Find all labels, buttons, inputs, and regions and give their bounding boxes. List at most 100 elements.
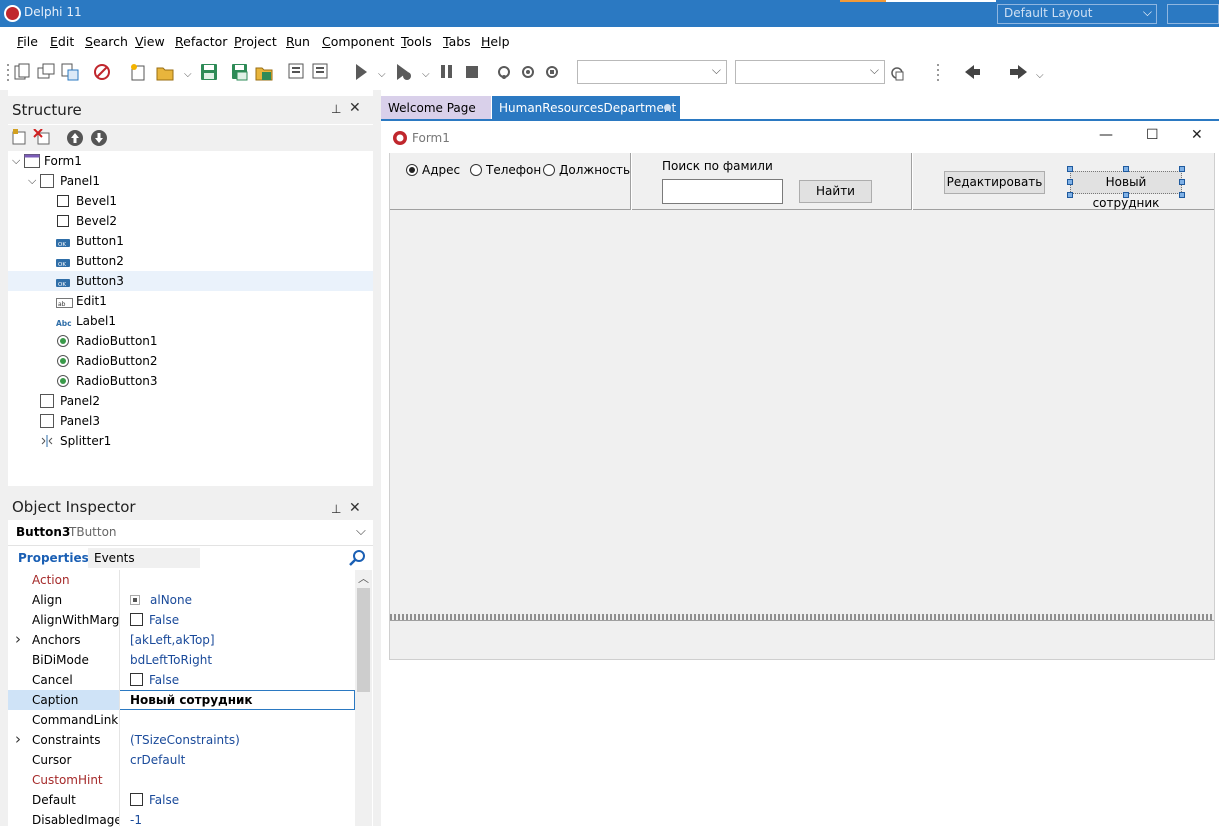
expand-chevron-icon[interactable]: ⌵ — [12, 151, 20, 171]
move-down-icon[interactable] — [91, 130, 107, 146]
tree-item-splitter1[interactable]: Splitter1 — [8, 431, 373, 451]
search-input[interactable] — [662, 179, 783, 204]
bevel2[interactable] — [911, 153, 913, 210]
property-row[interactable]: CustomHint — [8, 770, 355, 790]
new-employee-button[interactable]: Новый сотрудник — [1070, 171, 1182, 210]
tab-human-resources[interactable]: HumanResourcesDepartment — [492, 96, 680, 119]
property-row[interactable]: BiDiMode bdLeftToRight — [8, 650, 355, 670]
resize-handle[interactable] — [1123, 166, 1129, 172]
property-value[interactable]: (TSizeConstraints) — [130, 730, 240, 750]
property-scrollbar[interactable]: ︿ — [355, 570, 372, 826]
tree-item-radiobutton1[interactable]: RadioButton1 — [8, 331, 373, 351]
checkbox[interactable] — [130, 793, 143, 806]
property-value[interactable]: False — [130, 670, 179, 690]
resize-handle[interactable] — [1067, 166, 1073, 172]
tree-item-panel2[interactable]: Panel2 — [8, 391, 373, 411]
property-value[interactable]: crDefault — [130, 750, 185, 770]
property-row[interactable]: Align alNone — [8, 590, 355, 610]
property-row[interactable]: Cancel False — [8, 670, 355, 690]
property-row[interactable]: Action — [8, 570, 355, 590]
property-row[interactable]: DisabledImageIndex -1 — [8, 810, 355, 830]
pin-icon[interactable]: ⊥ — [331, 502, 341, 516]
property-value[interactable]: Новый сотрудник — [130, 690, 253, 710]
configuration-combo[interactable]: ⌵ — [577, 60, 727, 84]
property-value[interactable]: False — [130, 610, 179, 630]
edit-button[interactable]: Редактировать — [944, 171, 1045, 194]
menu-help[interactable]: Help — [481, 34, 510, 49]
checkbox[interactable] — [130, 673, 143, 686]
property-value[interactable]: [akLeft,akTop] — [130, 630, 215, 650]
minimize-icon[interactable]: — — [1099, 127, 1113, 143]
close-icon[interactable]: ✕ — [349, 100, 361, 116]
tree-item-radiobutton3[interactable]: RadioButton3 — [8, 371, 373, 391]
close-window-icon[interactable]: ✕ — [1191, 127, 1203, 143]
object-selector[interactable]: Button3 TButton ⌵ — [8, 520, 373, 546]
move-up-icon[interactable] — [67, 130, 83, 146]
tree-item-bevel2[interactable]: Bevel2 — [8, 211, 373, 231]
resize-handle[interactable] — [1067, 192, 1073, 198]
tab-welcome-page[interactable]: Welcome Page — [381, 96, 491, 119]
panel-splitter[interactable] — [373, 90, 381, 826]
menu-project[interactable]: Project — [234, 34, 277, 49]
property-row[interactable]: Default False — [8, 790, 355, 810]
scroll-up-icon[interactable]: ︿ — [358, 570, 369, 586]
radio-button-3[interactable]: Должность — [543, 163, 630, 177]
maximize-icon[interactable]: ☐ — [1146, 127, 1159, 143]
title-search-box[interactable] — [1167, 4, 1219, 24]
tree-item-bevel1[interactable]: Bevel1 — [8, 191, 373, 211]
menu-edit[interactable]: Edit — [50, 34, 74, 49]
expand-chevron-icon[interactable]: › — [15, 729, 21, 749]
tree-item-panel1[interactable]: ⌵ Panel1 — [8, 171, 373, 191]
tree-item-edit1[interactable]: ab Edit1 — [8, 291, 373, 311]
expand-chevron-icon[interactable]: › — [15, 629, 21, 649]
menu-tabs[interactable]: Tabs — [443, 34, 471, 49]
property-value[interactable]: alNone — [130, 590, 192, 610]
menu-tools[interactable]: Tools — [401, 34, 432, 49]
tree-item-radiobutton2[interactable]: RadioButton2 — [8, 351, 373, 371]
tree-item-panel3[interactable]: Panel3 — [8, 411, 373, 431]
tree-item-button2[interactable]: OK Button2 — [8, 251, 373, 271]
delete-item-icon[interactable] — [33, 129, 50, 145]
resize-handle[interactable] — [1179, 192, 1185, 198]
property-value[interactable]: -1 — [130, 810, 142, 830]
property-row[interactable]: › Constraints (TSizeConstraints) — [8, 730, 355, 750]
close-icon[interactable]: ✕ — [349, 500, 361, 516]
property-row[interactable]: AlignWithMargins False — [8, 610, 355, 630]
tree-item-button1[interactable]: OK Button1 — [8, 231, 373, 251]
tab-properties[interactable]: Properties — [18, 551, 89, 565]
menu-refactor[interactable]: Refactor — [175, 34, 227, 49]
property-row[interactable]: Cursor crDefault — [8, 750, 355, 770]
property-row[interactable]: CommandLinkHint — [8, 710, 355, 730]
property-row[interactable]: Caption Новый сотрудник — [8, 690, 355, 710]
property-value[interactable]: bdLeftToRight — [130, 650, 212, 670]
bevel1[interactable] — [630, 153, 632, 210]
tree-item-button3[interactable]: OK Button3 — [8, 271, 373, 291]
tab-events[interactable]: Events — [88, 548, 200, 568]
pin-icon[interactable]: ⊥ — [331, 102, 341, 116]
property-row[interactable]: › Anchors [akLeft,akTop] — [8, 630, 355, 650]
menu-file[interactable]: File — [17, 34, 38, 49]
resize-handle[interactable] — [1123, 192, 1129, 198]
menu-run[interactable]: Run — [286, 34, 310, 49]
tree-item-form1[interactable]: ⌵ Form1 — [8, 151, 373, 171]
new-item-icon[interactable] — [12, 129, 26, 145]
menu-search[interactable]: Search — [85, 34, 128, 49]
checkbox[interactable] — [130, 613, 143, 626]
search-icon[interactable] — [349, 549, 367, 567]
expand-chevron-icon[interactable]: ⌵ — [28, 171, 36, 191]
radio-button-2[interactable]: Телефон — [470, 163, 541, 177]
tree-item-label1[interactable]: Abc Label1 — [8, 311, 373, 331]
radio-button-1[interactable]: Адрес — [406, 163, 460, 177]
menu-component[interactable]: Component — [322, 34, 395, 49]
property-value[interactable]: False — [130, 790, 179, 810]
platform-combo[interactable]: ⌵ — [735, 60, 885, 84]
resize-handle[interactable] — [1179, 166, 1185, 172]
resize-handle[interactable] — [1067, 179, 1073, 185]
resize-handle[interactable] — [1179, 179, 1185, 185]
layout-combo[interactable]: Default Layout ⌵ — [997, 4, 1157, 24]
find-button[interactable]: Найти — [799, 180, 872, 203]
scroll-thumb[interactable] — [357, 588, 370, 692]
panel3[interactable] — [390, 620, 1214, 659]
menu-view[interactable]: View — [135, 34, 165, 49]
grid-column-separator[interactable] — [119, 570, 120, 826]
